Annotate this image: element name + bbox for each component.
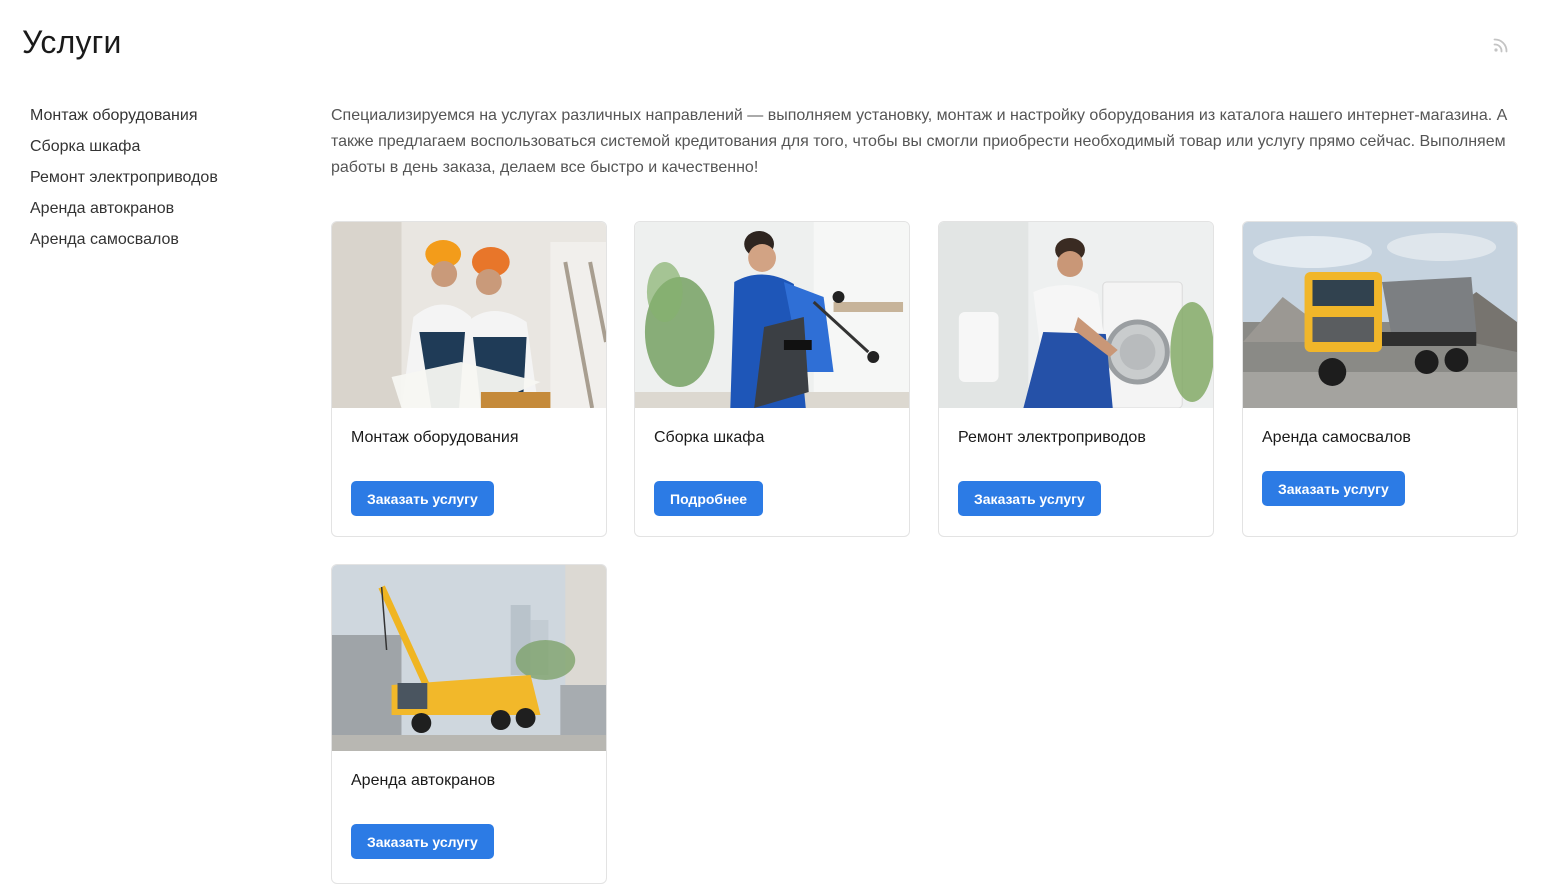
card-title: Ремонт электроприводов xyxy=(958,429,1146,446)
services-sidebar: Монтаж оборудования Сборка шкафа Ремонт … xyxy=(30,104,218,259)
sidebar-item-crane-rental[interactable]: Аренда автокранов xyxy=(30,197,218,228)
sidebar-item-dump-truck-rental[interactable]: Аренда самосвалов xyxy=(30,228,218,259)
service-card-wardrobe-assembly: Сборка шкафа Подробнее xyxy=(634,221,910,537)
worker-repairing-washing-machine-photo[interactable] xyxy=(939,222,1213,408)
order-service-button[interactable]: Заказать услугу xyxy=(958,481,1101,516)
service-card-drive-repair: Ремонт электроприводов Заказать услугу xyxy=(938,221,1214,537)
yellow-dump-truck-photo[interactable] xyxy=(1243,222,1517,408)
yellow-mobile-crane-photo[interactable] xyxy=(332,565,606,751)
rss-icon[interactable] xyxy=(1490,34,1512,56)
card-title: Сборка шкафа xyxy=(654,429,765,446)
worker-assembling-chair-photo[interactable] xyxy=(635,222,909,408)
card-title: Монтаж оборудования xyxy=(351,429,519,446)
sidebar-item-installation[interactable]: Монтаж оборудования xyxy=(30,104,218,135)
details-button[interactable]: Подробнее xyxy=(654,481,764,516)
card-title: Аренда самосвалов xyxy=(1262,429,1411,446)
order-service-button[interactable]: Заказать услугу xyxy=(351,481,494,516)
order-service-button[interactable]: Заказать услугу xyxy=(351,824,494,859)
service-card-installation: Монтаж оборудования Заказать услугу xyxy=(331,221,607,537)
intro-text: Специализируемся на услугах различных на… xyxy=(331,107,1508,176)
order-service-button[interactable]: Заказать услугу xyxy=(1262,471,1405,506)
service-card-crane-rental: Аренда автокранов Заказать услугу xyxy=(331,564,607,884)
page-title: Услуги xyxy=(22,24,122,60)
service-card-dump-truck-rental: Аренда самосвалов Заказать услугу xyxy=(1242,221,1518,537)
card-title: Аренда автокранов xyxy=(351,772,496,789)
sidebar-item-drive-repair[interactable]: Ремонт электроприводов xyxy=(30,166,218,197)
workers-with-blueprint-photo[interactable] xyxy=(332,222,606,408)
sidebar-item-wardrobe-assembly[interactable]: Сборка шкафа xyxy=(30,135,218,166)
